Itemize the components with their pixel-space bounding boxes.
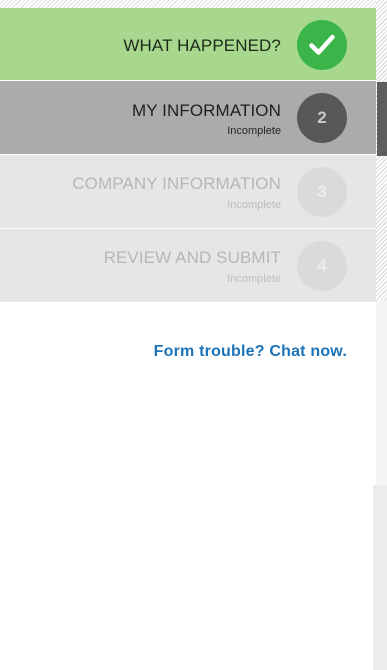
step-label: REVIEW AND SUBMIT [103,248,281,267]
checkmark-icon [297,20,347,70]
side-rail [373,485,387,670]
step-status: Incomplete [227,273,281,285]
step-company-information[interactable]: COMPANY INFORMATION Incomplete 3 [0,155,376,229]
step-number-badge: 4 [297,241,347,291]
step-label: MY INFORMATION [131,101,281,120]
step-status: Incomplete [227,125,281,137]
step-my-information[interactable]: MY INFORMATION Incomplete 2 [0,81,376,155]
step-review-and-submit[interactable]: REVIEW AND SUBMIT Incomplete 4 [0,229,376,303]
step-label: COMPANY INFORMATION [72,174,281,193]
step-number-badge: 2 [297,93,347,143]
scrollbar-thumb[interactable] [377,82,387,156]
step-what-happened[interactable]: WHAT HAPPENED? [0,8,376,81]
step-label: WHAT HAPPENED? [123,36,281,55]
step-number-badge: 3 [297,167,347,217]
step-status: Incomplete [227,199,281,211]
scroll-track-lower [376,300,387,485]
step-list: WHAT HAPPENED? MY INFORMATION Incomplete… [0,8,376,303]
chat-now-link[interactable]: Form trouble? Chat now. [154,343,347,361]
top-edge-pattern [0,0,387,8]
